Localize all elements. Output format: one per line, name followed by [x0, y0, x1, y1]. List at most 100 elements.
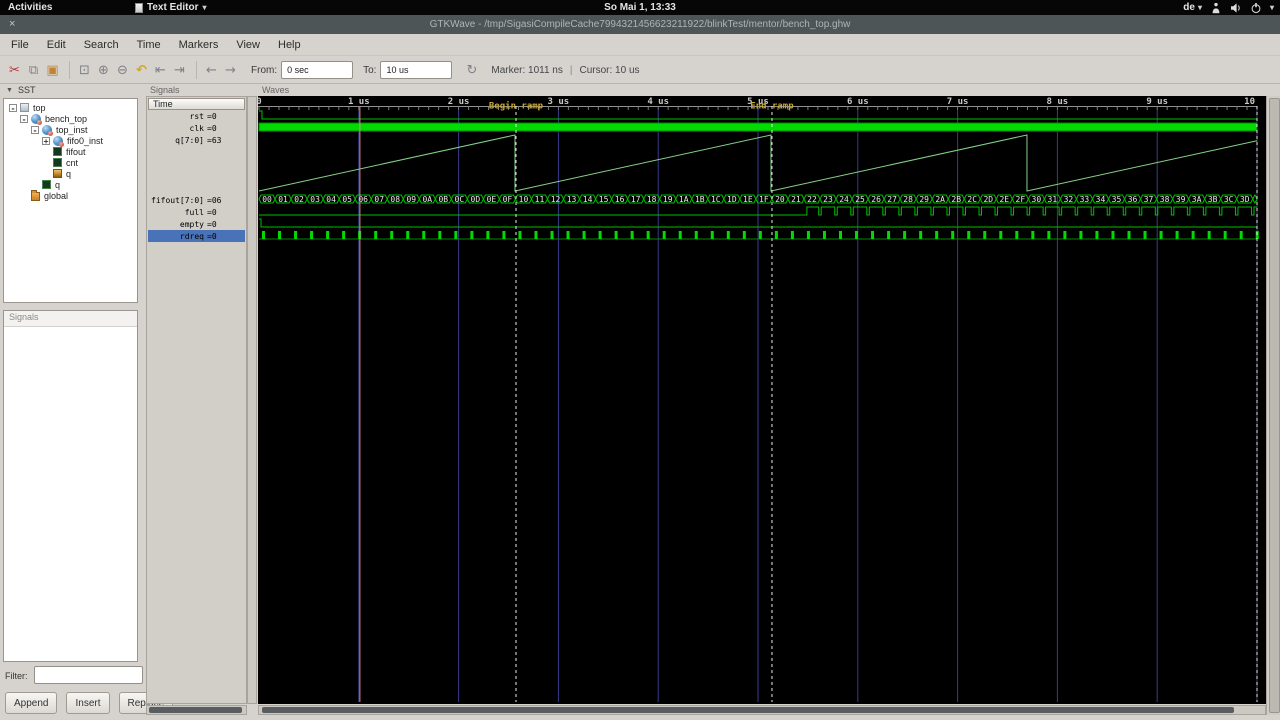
signals-vertical-scrollbar[interactable]: [247, 96, 257, 704]
menu-view[interactable]: View: [227, 36, 269, 54]
from-input[interactable]: [281, 61, 354, 79]
to-input[interactable]: [380, 61, 453, 79]
clock[interactable]: So Mai 1, 13:33: [604, 2, 676, 13]
sst-signals-list-header: Signals: [4, 311, 137, 327]
svg-text:29: 29: [919, 195, 929, 204]
svg-text:38: 38: [1160, 195, 1170, 204]
tree-node-global[interactable]: global: [4, 190, 137, 201]
zoom-fit-icon[interactable]: ⊡: [76, 62, 93, 79]
scrollbar-thumb[interactable]: [262, 707, 1234, 713]
filter-input[interactable]: [34, 666, 143, 684]
zoom-start-icon[interactable]: ⇤: [152, 62, 169, 79]
tree-node-q[interactable]: q: [4, 168, 137, 179]
signal-row-empty[interactable]: empty =0: [148, 218, 245, 230]
status-divider: |: [569, 64, 573, 76]
svg-text:End ramp: End ramp: [750, 102, 794, 112]
menu-time[interactable]: Time: [128, 36, 170, 54]
collapse-icon[interactable]: -: [31, 125, 39, 134]
tree-node-cnt[interactable]: cnt: [4, 157, 137, 168]
reload-icon[interactable]: ↻: [466, 63, 477, 78]
signal-row-rdreq[interactable]: rdreq =0: [148, 230, 245, 242]
svg-text:18: 18: [647, 195, 657, 204]
volume-icon[interactable]: [1230, 2, 1242, 14]
tree-node-label: q: [66, 168, 72, 179]
zoom-end-icon[interactable]: ⇥: [171, 62, 188, 79]
tree-node-top_inst[interactable]: - top_inst: [4, 124, 137, 136]
svg-text:11: 11: [535, 195, 545, 204]
signals-frame-label: Signals: [150, 85, 180, 95]
paste-icon[interactable]: ▣: [44, 62, 61, 79]
append-button[interactable]: Append: [5, 692, 58, 714]
zoom-out-icon[interactable]: ⊖: [114, 62, 131, 79]
accessibility-icon[interactable]: [1210, 2, 1222, 14]
signal-row-fifout[7:0][interactable]: fifout[7:0] =06: [148, 194, 245, 206]
zoom-undo-icon[interactable]: ↶: [133, 62, 150, 79]
signal-green-icon: [53, 158, 62, 167]
wave-svg[interactable]: 01 us 2 us 3 us 4 us 5 us 6 us 7 us 8 us 9 us 100…: [256, 96, 1266, 704]
screen: Activities Text Editor ▾ So Mai 1, 13:33…: [0, 0, 1280, 720]
sst-signals-list[interactable]: Signals: [3, 310, 138, 662]
menu-markers[interactable]: Markers: [170, 36, 228, 54]
menu-file[interactable]: File: [2, 36, 38, 54]
svg-text:28: 28: [903, 195, 913, 204]
tree-node-fifo0_inst[interactable]: + fifo0_inst: [4, 135, 137, 147]
svg-text:00: 00: [262, 195, 272, 204]
signal-value: =06: [207, 195, 222, 205]
tree-node-label: bench_top: [45, 113, 88, 124]
waves-horizontal-scrollbar[interactable]: [258, 705, 1266, 715]
tree-node-q[interactable]: q: [4, 179, 137, 190]
tree-node-fifout[interactable]: fifout: [4, 146, 137, 157]
toolbar-icons: ✂ ⧉ ▣ ⊡ ⊕ ⊖ ↶ ⇤ ⇥ ← →: [6, 61, 241, 79]
keyboard-layout-indicator[interactable]: de ▾: [1183, 2, 1202, 13]
scrollbar-thumb[interactable]: [1269, 98, 1280, 713]
module-icon: [31, 113, 42, 125]
system-status-area[interactable]: de ▾ ▾: [1183, 0, 1274, 15]
svg-text:Begin ramp: Begin ramp: [489, 101, 544, 112]
svg-text:24: 24: [839, 195, 849, 204]
tree-node-label: q: [55, 179, 61, 190]
chevron-down-icon[interactable]: ▾: [1270, 3, 1274, 12]
menubar: File Edit Search Time Markers View Help: [0, 34, 1280, 56]
svg-text:08: 08: [390, 195, 400, 204]
svg-text:32: 32: [1064, 195, 1074, 204]
menu-search[interactable]: Search: [75, 36, 128, 54]
menu-edit[interactable]: Edit: [38, 36, 75, 54]
svg-text:01: 01: [278, 195, 288, 204]
collapse-icon[interactable]: -: [20, 114, 28, 123]
sst-header[interactable]: ▼ SST: [6, 85, 35, 95]
expand-icon[interactable]: +: [42, 136, 50, 145]
time-header-button[interactable]: Time: [148, 98, 245, 110]
prev-edge-icon[interactable]: ←: [203, 62, 220, 79]
tree-node-label: fifout: [66, 146, 86, 157]
signal-row-full[interactable]: full =0: [148, 206, 245, 218]
svg-text:17: 17: [631, 195, 641, 204]
copy-icon[interactable]: ⧉: [25, 62, 42, 79]
menu-help[interactable]: Help: [269, 36, 310, 54]
signal-row-clk[interactable]: clk =0: [148, 122, 245, 134]
signal-row-rst[interactable]: rst =0: [148, 110, 245, 122]
tree-node-bench_top[interactable]: - bench_top: [4, 113, 137, 125]
next-edge-icon[interactable]: →: [222, 62, 239, 79]
power-icon[interactable]: [1250, 2, 1262, 14]
waves-vertical-scrollbar[interactable]: [1266, 96, 1280, 715]
svg-text:0A: 0A: [422, 195, 432, 204]
signal-value: =0: [207, 111, 217, 121]
svg-text:3D: 3D: [1240, 195, 1250, 204]
signals-panel[interactable]: Time rst =0 clk =0 q[7:0] =63 fifout[7:0] =06 fu…: [146, 96, 247, 704]
module-icon: [53, 135, 64, 147]
zoom-in-icon[interactable]: ⊕: [95, 62, 112, 79]
wave-area[interactable]: 01 us 2 us 3 us 4 us 5 us 6 us 7 us 8 us 9 us 10 0…: [256, 96, 1266, 704]
svg-text:09: 09: [406, 195, 416, 204]
collapse-icon[interactable]: -: [9, 103, 17, 112]
signal-green-icon: [42, 180, 51, 189]
activities-button[interactable]: Activities: [8, 2, 52, 13]
svg-text:21: 21: [791, 195, 801, 204]
cut-icon[interactable]: ✂: [6, 62, 23, 79]
signal-row-q[7:0][interactable]: q[7:0] =63: [148, 134, 245, 146]
tree-node-top[interactable]: - top: [4, 102, 137, 113]
signals-horizontal-scrollbar[interactable]: [146, 705, 247, 715]
scrollbar-thumb[interactable]: [149, 707, 242, 713]
app-menu-button[interactable]: Text Editor ▾: [135, 2, 207, 13]
sst-tree[interactable]: - top - bench_top - top_inst + fifo0_inst fifout…: [3, 98, 138, 303]
insert-button[interactable]: Insert: [66, 692, 110, 714]
